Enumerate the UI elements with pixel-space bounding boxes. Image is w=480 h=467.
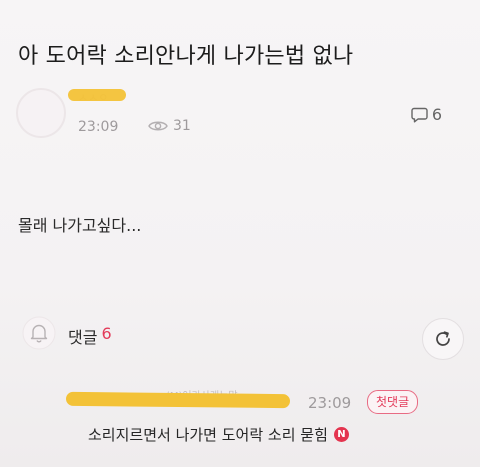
new-badge-icon: N xyxy=(333,427,349,442)
comment-count-button[interactable]: 6 xyxy=(411,105,442,124)
comment-author[interactable]: (M)어라사래는말 xyxy=(65,391,291,409)
post-page: 아 도어락 소리안나게 나가는법 없나 ㅅㅅㅇ 23:09 31 6 몰래 나가… xyxy=(0,0,480,467)
post-views: 31 xyxy=(148,118,191,134)
comment-count-top-value: 6 xyxy=(431,105,442,124)
comment-text-content: 소리지르면서 나가면 도어락 소리 묻힘 xyxy=(88,426,328,444)
comment-time: 23:09 xyxy=(308,394,352,412)
author-name-redaction xyxy=(68,89,126,101)
bell-icon[interactable] xyxy=(22,316,56,350)
refresh-icon[interactable] xyxy=(422,318,464,360)
post-body: 몰래 나가고싶다... xyxy=(18,216,142,235)
eye-icon xyxy=(148,119,168,133)
author-name[interactable]: ㅅㅅㅇ xyxy=(68,89,126,104)
post-views-count: 31 xyxy=(173,118,191,134)
post-title: 아 도어락 소리안나게 나가는법 없나 xyxy=(18,44,354,69)
comments-header-count: 6 xyxy=(101,324,112,343)
comments-header-label: 댓글 xyxy=(68,328,98,347)
first-comment-badge: 첫댓글 xyxy=(367,390,419,414)
author-avatar[interactable] xyxy=(16,88,66,138)
comment-author-redaction xyxy=(65,391,291,409)
post-time: 23:09 xyxy=(78,119,119,135)
comment-text: 소리지르면서 나가면 도어락 소리 묻힘 N xyxy=(88,424,349,445)
comments-header: 댓글 6 xyxy=(68,324,112,348)
comment-bubble-icon xyxy=(411,107,428,123)
